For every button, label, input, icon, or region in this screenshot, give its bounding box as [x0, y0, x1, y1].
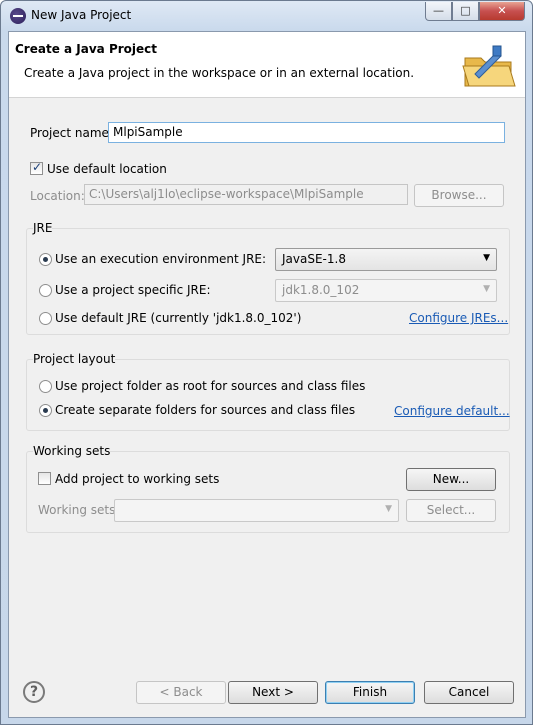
- close-button[interactable]: ✕: [479, 2, 525, 21]
- dialog-window: New Java Project — □ ✕ Create a Java Pro…: [0, 0, 533, 725]
- add-to-working-sets-checkbox[interactable]: [38, 472, 51, 485]
- working-sets-group-title: Working sets: [33, 444, 111, 458]
- page-description: Create a Java project in the workspace o…: [24, 66, 415, 80]
- folder-wizard-icon: [462, 45, 516, 87]
- finish-button[interactable]: Finish: [325, 681, 415, 704]
- jre-group-title: JRE: [33, 221, 53, 235]
- select-working-sets-button[interactable]: Select...: [406, 499, 496, 522]
- specific-jre-value: jdk1.8.0_102: [282, 283, 360, 297]
- project-name-label: Project name:: [30, 126, 113, 140]
- project-layout-group-title: Project layout: [33, 352, 116, 366]
- jre-exec-env-radio[interactable]: [39, 253, 52, 266]
- project-layout-group: [26, 359, 510, 431]
- eclipse-icon: [10, 8, 26, 24]
- exec-env-value: JavaSE-1.8: [282, 252, 346, 266]
- chevron-down-icon: ▼: [483, 253, 490, 263]
- chevron-down-icon: ▼: [483, 284, 490, 294]
- title-bar[interactable]: New Java Project — □ ✕: [1, 1, 532, 31]
- cancel-button[interactable]: Cancel: [424, 681, 514, 704]
- project-name-input[interactable]: MlpiSample: [108, 122, 505, 143]
- next-button[interactable]: Next >: [228, 681, 318, 704]
- jre-specific-label[interactable]: Use a project specific JRE:: [55, 283, 211, 297]
- dialog-body: Create a Java Project Create a Java proj…: [8, 31, 526, 718]
- jre-specific-radio[interactable]: [39, 284, 52, 297]
- layout-separate-radio[interactable]: [39, 404, 52, 417]
- layout-root-label[interactable]: Use project folder as root for sources a…: [55, 379, 365, 393]
- specific-jre-combo[interactable]: jdk1.8.0_102 ▼: [275, 279, 497, 302]
- new-working-set-button[interactable]: New...: [406, 468, 496, 491]
- exec-env-combo[interactable]: JavaSE-1.8 ▼: [275, 248, 497, 271]
- configure-default-link[interactable]: Configure default...: [394, 404, 510, 418]
- jre-exec-env-label[interactable]: Use an execution environment JRE:: [55, 252, 266, 266]
- minimize-button[interactable]: —: [425, 2, 452, 21]
- wizard-header: Create a Java Project Create a Java proj…: [9, 32, 525, 98]
- footer-divider: [9, 665, 525, 666]
- add-to-working-sets-label[interactable]: Add project to working sets: [55, 472, 219, 486]
- configure-jres-link[interactable]: Configure JREs...: [409, 311, 508, 325]
- working-sets-label: Working sets:: [38, 503, 120, 517]
- maximize-button[interactable]: □: [452, 2, 479, 21]
- use-default-location-label[interactable]: Use default location: [47, 162, 167, 176]
- browse-button[interactable]: Browse...: [414, 184, 504, 207]
- location-label: Location:: [30, 189, 85, 203]
- layout-root-radio[interactable]: [39, 380, 52, 393]
- layout-separate-label[interactable]: Create separate folders for sources and …: [55, 403, 355, 417]
- help-icon[interactable]: ?: [23, 681, 45, 703]
- jre-default-label[interactable]: Use default JRE (currently 'jdk1.8.0_102…: [55, 311, 301, 325]
- use-default-location-checkbox[interactable]: [30, 160, 43, 175]
- chevron-down-icon: ▼: [385, 504, 392, 514]
- window-title: New Java Project: [31, 8, 132, 22]
- working-sets-combo[interactable]: ▼: [114, 499, 399, 522]
- page-title: Create a Java Project: [15, 42, 158, 56]
- location-input[interactable]: C:\Users\alj1lo\eclipse-workspace\MlpiSa…: [84, 184, 408, 205]
- jre-default-radio[interactable]: [39, 312, 52, 325]
- back-button[interactable]: < Back: [136, 681, 226, 704]
